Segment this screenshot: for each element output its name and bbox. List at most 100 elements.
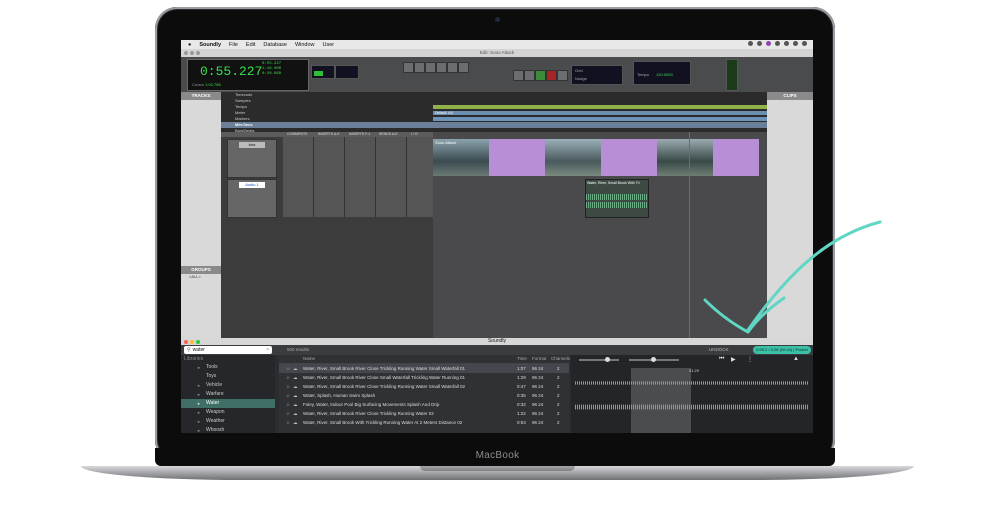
video-track-header[interactable]: bria	[227, 139, 277, 178]
skip-back-icon[interactable]: ⏮	[719, 356, 724, 363]
fast-forward-icon[interactable]	[557, 70, 568, 81]
tracks-panel: TRACKS GROUPS <ALL>	[181, 92, 221, 338]
apple-icon[interactable]: ●	[188, 42, 191, 48]
slider-handle[interactable]	[651, 357, 656, 362]
main-counter[interactable]: 0:55.227 0:55.227 1:16.006 0:20.869 Curs…	[187, 59, 309, 91]
sidebar-item-toys[interactable]: Toys	[181, 372, 275, 381]
star-icon[interactable]: ☆	[286, 373, 290, 382]
track-name[interactable]: Audio 1	[239, 182, 265, 188]
search-icon[interactable]	[793, 41, 798, 46]
waveform-selection[interactable]	[631, 368, 691, 433]
waveform-right[interactable]	[575, 404, 809, 410]
level-meter	[726, 59, 738, 91]
pitch-slider[interactable]	[629, 357, 679, 362]
play-icon[interactable]: ▶	[731, 356, 736, 363]
clear-icon[interactable]: ×	[266, 346, 269, 354]
wifi-icon[interactable]	[775, 41, 780, 46]
zoom-button[interactable]	[403, 62, 414, 73]
playback-status-pill[interactable]: 0:05.2 / 0:28 (00:44) | Pocket	[753, 346, 811, 354]
edit-mode-box[interactable]	[311, 65, 335, 79]
trim-tool-icon[interactable]	[414, 62, 425, 73]
sidebar-item-weapon[interactable]: ► Weapon	[181, 408, 275, 417]
star-icon[interactable]: ☆	[286, 391, 290, 400]
menu-icon[interactable]	[802, 41, 807, 46]
video-clip[interactable]: Sooo Attack	[433, 139, 759, 176]
library-sidebar: Libraries ► Tools Toys ► Vehicle ► Warfare …	[181, 355, 275, 433]
expand-icon: ►	[197, 365, 201, 370]
record-icon[interactable]	[546, 70, 557, 81]
slider-handle[interactable]	[605, 357, 610, 362]
group-all[interactable]: <ALL>	[181, 274, 221, 279]
audio-track-header[interactable]: Audio 1	[227, 179, 277, 218]
column-format[interactable]: Format	[532, 355, 546, 363]
undock-button[interactable]: UNDOCK	[709, 346, 729, 354]
table-row[interactable]: ☆ ☁ Water, River, Small Brook River Close …	[279, 373, 569, 382]
smart-tool-icon[interactable]	[447, 62, 458, 73]
sidebar-item-vehicle[interactable]: ► Vehicle	[181, 381, 275, 390]
sidebar-item-whoosh[interactable]: ► Whoosh	[181, 426, 275, 433]
expand-icon: ►	[197, 401, 201, 406]
minimize-icon[interactable]	[190, 51, 194, 55]
battery-icon[interactable]	[784, 41, 789, 46]
more-icon[interactable]: ⋮	[747, 356, 753, 363]
search-input[interactable]: ⚲ water ×	[184, 346, 272, 354]
menu-file[interactable]: File	[229, 42, 238, 48]
groups-panel: GROUPS <ALL>	[181, 266, 221, 279]
tempo-box[interactable]: Tempo 120.0000	[633, 61, 691, 85]
menu-user[interactable]: User	[323, 42, 335, 48]
sidebar-item-tools[interactable]: ► Tools	[181, 363, 275, 372]
edit-mode-box[interactable]	[335, 65, 359, 79]
tray-icon[interactable]	[757, 41, 762, 46]
expand-icon: ►	[197, 419, 201, 424]
star-icon[interactable]: ☆	[286, 409, 290, 418]
table-row[interactable]: ☆ ☁ Water, River, Small Brook With Trickli…	[279, 418, 569, 427]
grid-nudge-box[interactable]: Grid Nudge	[571, 65, 623, 85]
table-row[interactable]: ☆ ☁ Water, Splash, Human Swim Splash 0:35 96…	[279, 391, 569, 400]
laptop-screen: ● Soundly File Edit Database Window User…	[181, 40, 813, 433]
table-row[interactable]: ☆ ☁ Water, River, Small Brook River Close …	[279, 382, 569, 391]
play-icon[interactable]	[535, 70, 546, 81]
audio-clip[interactable]: Water, River, Small Brook With Tri	[585, 179, 649, 218]
timeline[interactable]: Sooo Attack Water, River, Small Brook Wi…	[433, 132, 767, 338]
sidebar-item-weather[interactable]: ► Weather	[181, 417, 275, 426]
tray-icon[interactable]	[748, 41, 753, 46]
star-icon[interactable]: ☆	[286, 364, 290, 373]
close-icon[interactable]	[184, 51, 188, 55]
transport-bar: 0:55.227 0:55.227 1:16.006 0:20.869 Curs…	[181, 57, 813, 92]
selector-tool-icon[interactable]	[425, 62, 436, 73]
menubar-app-name[interactable]: Soundly	[199, 42, 221, 48]
clip-name: Water, River, Small Brook With Tri	[587, 181, 640, 185]
close-icon[interactable]	[184, 339, 188, 344]
grabber-tool-icon[interactable]	[436, 62, 447, 73]
soundly-tray-icon[interactable]	[766, 41, 771, 46]
menu-database[interactable]: Database	[263, 42, 287, 48]
column-time[interactable]: Time	[517, 355, 527, 363]
tracks-header: TRACKS	[181, 92, 221, 100]
track-name[interactable]: bria	[239, 142, 265, 148]
rewind-icon[interactable]	[513, 70, 524, 81]
clips-header: CLIPS	[767, 92, 813, 100]
sidebar-item-water[interactable]: ► Water	[181, 399, 275, 408]
star-icon[interactable]: ☆	[286, 400, 290, 409]
zoom-icon[interactable]	[196, 339, 200, 344]
stop-icon[interactable]	[524, 70, 535, 81]
table-row[interactable]: ☆ ☁ Water, River, Small Brook River Close …	[279, 409, 569, 418]
star-icon[interactable]: ☆	[286, 418, 290, 427]
volume-slider[interactable]	[579, 357, 619, 362]
table-row[interactable]: ☆ ☁ Water, River, Small Brook River Close …	[279, 364, 569, 373]
inserts-column	[314, 137, 345, 217]
sidebar-item-warfare[interactable]: ► Warfare	[181, 390, 275, 399]
table-row[interactable]: ☆ ☁ Foley, Water, Indoor Pool Big Surfacin…	[279, 400, 569, 409]
menu-edit[interactable]: Edit	[246, 42, 255, 48]
minimize-icon[interactable]	[190, 339, 194, 344]
star-icon[interactable]: ☆	[286, 382, 290, 391]
protools-edit-window: Edit: Sooo Attack 0:55.227 0:55.227 1:16…	[181, 49, 813, 338]
counter-selection: 0:55.227 1:16.006 0:20.869	[262, 62, 282, 76]
soundly-titlebar: Soundly	[181, 338, 813, 345]
pencil-tool-icon[interactable]	[458, 62, 469, 73]
column-channels[interactable]: Channels	[551, 355, 570, 363]
column-name[interactable]: Name	[303, 355, 315, 363]
menu-window[interactable]: Window	[295, 42, 315, 48]
waveform-left[interactable]	[575, 381, 809, 385]
zoom-icon[interactable]	[196, 51, 200, 55]
